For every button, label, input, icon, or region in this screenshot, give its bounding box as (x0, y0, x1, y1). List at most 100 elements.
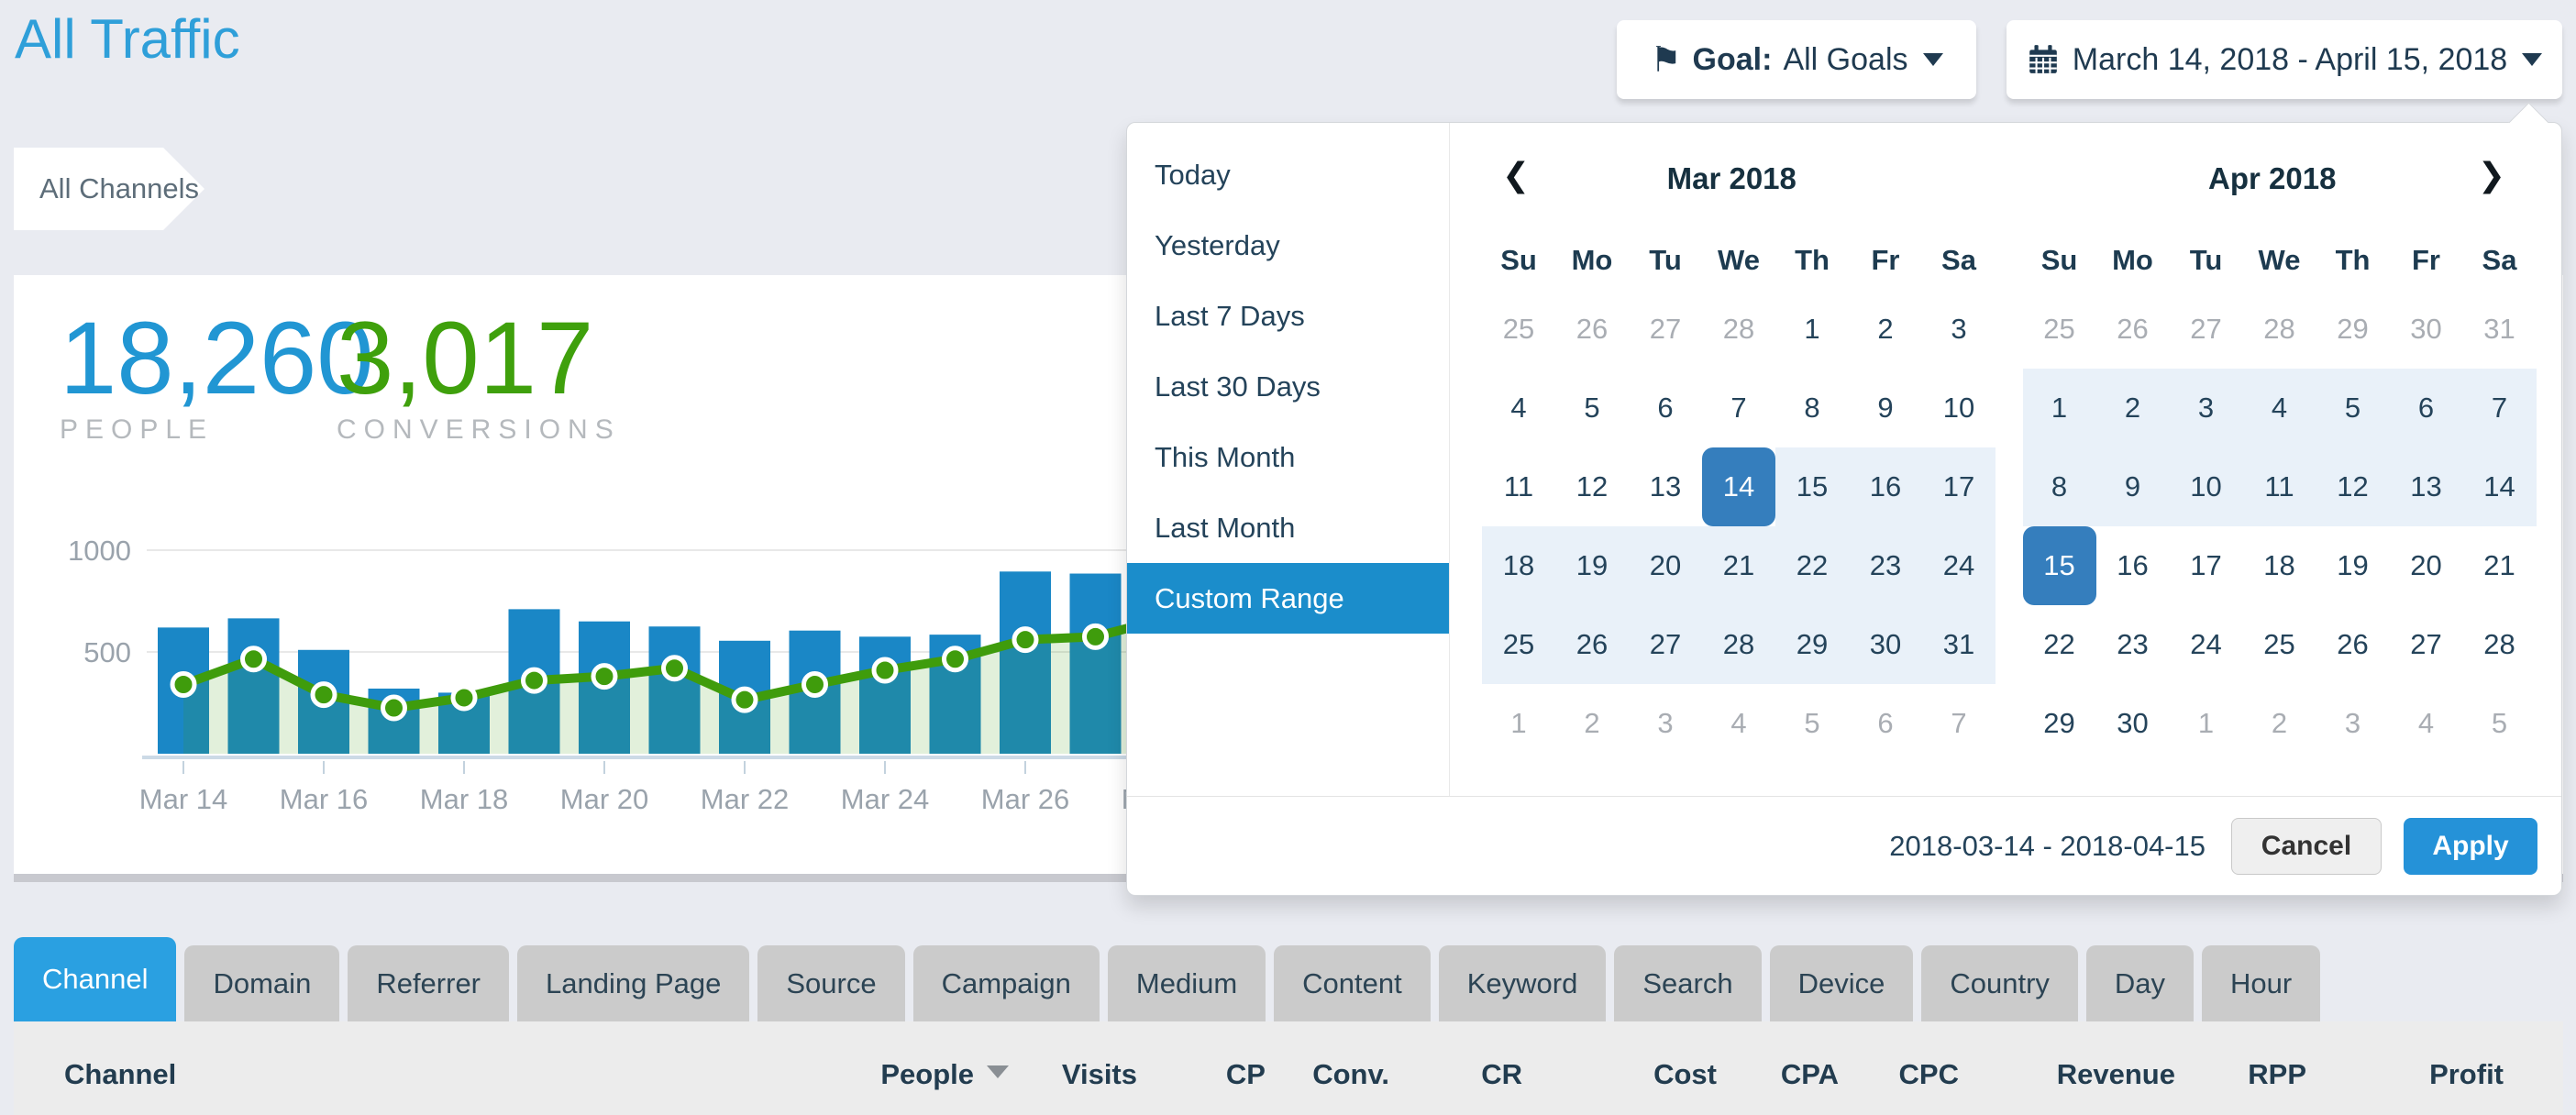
calendar-day[interactable]: 23 (1849, 526, 1922, 605)
calendar-day[interactable]: 27 (2390, 605, 2463, 684)
cancel-button[interactable]: Cancel (2231, 818, 2382, 875)
calendar-day[interactable]: 25 (1482, 605, 1555, 684)
tab-referrer[interactable]: Referrer (348, 945, 509, 1021)
column-header-visits[interactable]: Visits (1062, 1058, 1137, 1091)
calendar-day[interactable]: 1 (1775, 290, 1849, 369)
calendar-day[interactable]: 29 (2316, 290, 2390, 369)
calendar-day[interactable]: 21 (2463, 526, 2537, 605)
tab-campaign[interactable]: Campaign (913, 945, 1100, 1021)
calendar-day[interactable]: 27 (1629, 605, 1702, 684)
calendar-day[interactable]: 7 (2463, 369, 2537, 447)
calendar-day[interactable]: 27 (1629, 290, 1702, 369)
tab-source[interactable]: Source (757, 945, 904, 1021)
calendar-day[interactable]: 31 (1922, 605, 1996, 684)
preset-item-last-month[interactable]: Last Month (1127, 492, 1449, 563)
column-header-people[interactable]: People (880, 1058, 1009, 1091)
calendar-day[interactable]: 30 (2096, 684, 2170, 763)
calendar-day[interactable]: 11 (1482, 447, 1555, 526)
tab-search[interactable]: Search (1614, 945, 1761, 1021)
calendar-day[interactable]: 4 (1482, 369, 1555, 447)
calendar-day[interactable]: 18 (1482, 526, 1555, 605)
calendar-day[interactable]: 29 (2023, 684, 2096, 763)
calendar-day[interactable]: 28 (2463, 605, 2537, 684)
column-header-cost[interactable]: Cost (1653, 1058, 1717, 1091)
calendar-day[interactable]: 17 (1922, 447, 1996, 526)
calendar-day[interactable]: 23 (2096, 605, 2170, 684)
calendar-day[interactable]: 24 (1922, 526, 1996, 605)
column-header-cp[interactable]: CP (1226, 1058, 1266, 1091)
tab-channel[interactable]: Channel (14, 937, 176, 1021)
calendar-day[interactable]: 31 (2463, 290, 2537, 369)
calendar-day[interactable]: 19 (2316, 526, 2390, 605)
calendar-day[interactable]: 1 (2023, 369, 2096, 447)
column-header-cr[interactable]: CR (1481, 1058, 1522, 1091)
tab-hour[interactable]: Hour (2202, 945, 2320, 1021)
calendar-day[interactable]: 2 (1849, 290, 1922, 369)
calendar-day[interactable]: 4 (2243, 369, 2316, 447)
calendar-day[interactable]: 22 (2023, 605, 2096, 684)
calendar-day[interactable]: 30 (2390, 290, 2463, 369)
column-header-revenue[interactable]: Revenue (2057, 1058, 2175, 1091)
calendar-day[interactable]: 3 (2170, 369, 2243, 447)
calendar-day[interactable]: 3 (1922, 290, 1996, 369)
preset-item-this-month[interactable]: This Month (1127, 422, 1449, 492)
tab-country[interactable]: Country (1921, 945, 2078, 1021)
tab-content[interactable]: Content (1274, 945, 1431, 1021)
calendar-day-selected[interactable]: 14 (1702, 447, 1775, 526)
calendar-day[interactable]: 25 (2243, 605, 2316, 684)
calendar-day[interactable]: 3 (1629, 684, 1702, 763)
calendar-day[interactable]: 5 (1775, 684, 1849, 763)
calendar-day[interactable]: 20 (2390, 526, 2463, 605)
calendar-day[interactable]: 30 (1849, 605, 1922, 684)
calendar-day[interactable]: 26 (2096, 290, 2170, 369)
calendar-day[interactable]: 13 (2390, 447, 2463, 526)
calendar-day[interactable]: 4 (1702, 684, 1775, 763)
calendar-day[interactable]: 18 (2243, 526, 2316, 605)
calendar-day[interactable]: 29 (1775, 605, 1849, 684)
calendar-day[interactable]: 17 (2170, 526, 2243, 605)
calendar-day[interactable]: 5 (1555, 369, 1629, 447)
calendar-day[interactable]: 16 (2096, 526, 2170, 605)
calendar-day[interactable]: 13 (1629, 447, 1702, 526)
calendar-day[interactable]: 1 (2170, 684, 2243, 763)
calendar-day[interactable]: 26 (1555, 290, 1629, 369)
calendar-day[interactable]: 8 (2023, 447, 2096, 526)
calendar-day[interactable]: 26 (1555, 605, 1629, 684)
tab-day[interactable]: Day (2086, 945, 2194, 1021)
preset-item-yesterday[interactable]: Yesterday (1127, 210, 1449, 281)
tab-device[interactable]: Device (1770, 945, 1914, 1021)
calendar-day[interactable]: 15 (1775, 447, 1849, 526)
calendar-day[interactable]: 28 (1702, 290, 1775, 369)
calendar-day[interactable]: 6 (1849, 684, 1922, 763)
apply-button[interactable]: Apply (2404, 818, 2537, 875)
calendar-day[interactable]: 24 (2170, 605, 2243, 684)
calendar-day[interactable]: 1 (1482, 684, 1555, 763)
calendar-day[interactable]: 25 (2023, 290, 2096, 369)
calendar-day[interactable]: 5 (2316, 369, 2390, 447)
column-header-cpc[interactable]: CPC (1899, 1058, 1959, 1091)
calendar-day[interactable]: 28 (1702, 605, 1775, 684)
calendar-day[interactable]: 16 (1849, 447, 1922, 526)
calendar-day[interactable]: 2 (1555, 684, 1629, 763)
calendar-day[interactable]: 5 (2463, 684, 2537, 763)
calendar-day[interactable]: 19 (1555, 526, 1629, 605)
calendar-day[interactable]: 27 (2170, 290, 2243, 369)
breadcrumb-all-channels[interactable]: All Channels (14, 148, 205, 230)
calendar-day[interactable]: 21 (1702, 526, 1775, 605)
calendar-day[interactable]: 28 (2243, 290, 2316, 369)
column-header-conv[interactable]: Conv. (1312, 1058, 1389, 1091)
calendar-day[interactable]: 26 (2316, 605, 2390, 684)
calendar-day[interactable]: 6 (1629, 369, 1702, 447)
calendar-day[interactable]: 7 (1702, 369, 1775, 447)
calendar-day[interactable]: 14 (2463, 447, 2537, 526)
column-header-profit[interactable]: Profit (2429, 1058, 2504, 1091)
preset-item-last-7-days[interactable]: Last 7 Days (1127, 281, 1449, 351)
calendar-day[interactable]: 4 (2390, 684, 2463, 763)
calendar-day[interactable]: 10 (1922, 369, 1996, 447)
calendar-day[interactable]: 9 (2096, 447, 2170, 526)
calendar-day[interactable]: 11 (2243, 447, 2316, 526)
calendar-day[interactable]: 12 (1555, 447, 1629, 526)
calendar-day[interactable]: 20 (1629, 526, 1702, 605)
column-header-cpa[interactable]: CPA (1781, 1058, 1839, 1091)
calendar-day[interactable]: 6 (2390, 369, 2463, 447)
